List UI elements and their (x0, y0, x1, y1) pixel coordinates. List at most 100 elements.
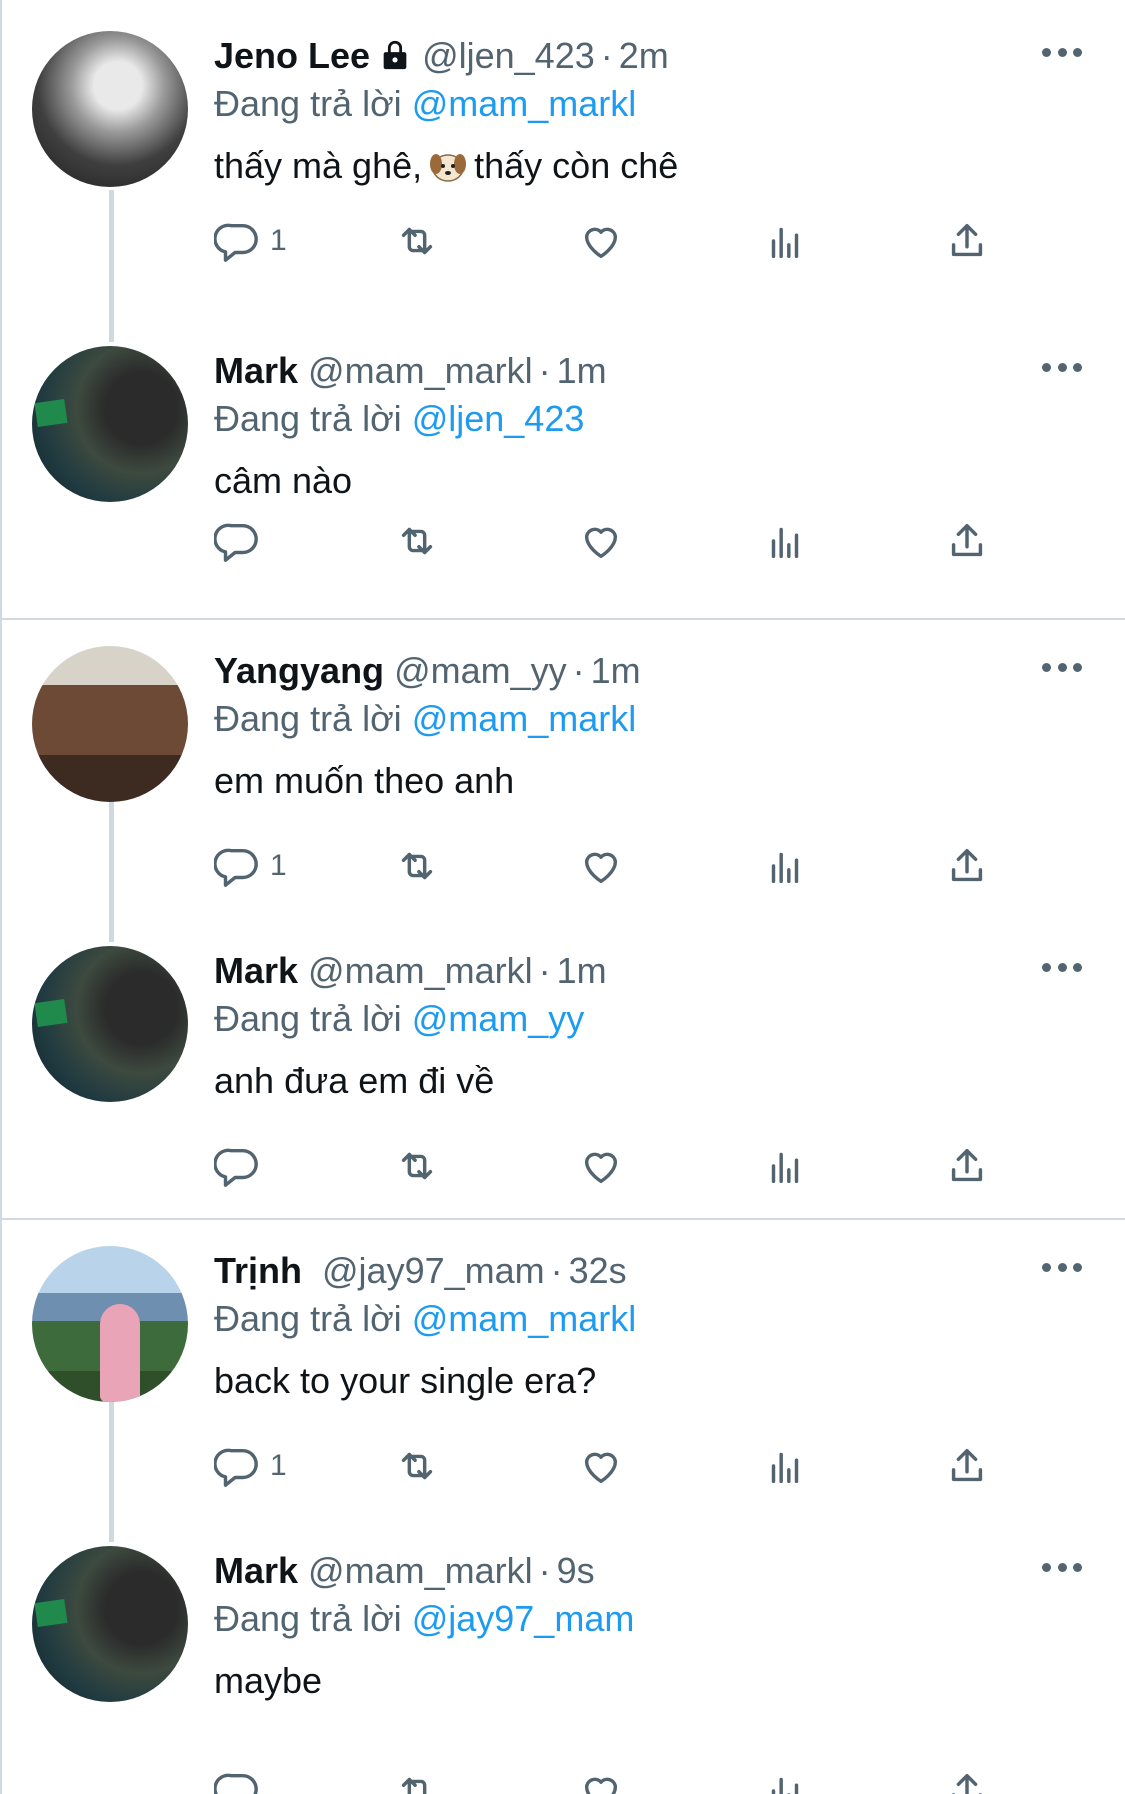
reply-icon (214, 1448, 258, 1487)
mention-link[interactable]: @ljen_423 (412, 398, 585, 439)
timestamp[interactable]: 2m (619, 35, 669, 76)
action-bar: 1 (214, 1440, 1014, 1492)
views-button[interactable] (762, 1440, 808, 1492)
reply-icon (214, 1773, 258, 1794)
tweet-text-part: thấy mà ghê, (214, 145, 423, 186)
mention-link[interactable]: @mam_markl (412, 83, 637, 124)
like-button[interactable] (578, 1765, 624, 1794)
views-button[interactable] (762, 840, 808, 892)
tweet-text: maybe (214, 1660, 323, 1701)
reply-count: 1 (270, 224, 287, 257)
share-button[interactable] (944, 1765, 990, 1794)
more-options-button[interactable] (1042, 663, 1082, 673)
mention-link[interactable]: @jay97_mam (412, 1598, 635, 1639)
views-button[interactable] (762, 1140, 808, 1192)
display-name[interactable]: Mark (214, 950, 298, 991)
share-icon (951, 848, 983, 882)
more-options-button[interactable] (1042, 1263, 1082, 1273)
views-icon (771, 1777, 799, 1794)
reply-icon (214, 223, 258, 262)
timestamp[interactable]: 1m (557, 350, 607, 391)
separator: · (538, 950, 551, 991)
retweet-button[interactable] (394, 515, 440, 567)
handle[interactable]: @ljen_423 (422, 35, 595, 76)
share-button[interactable] (944, 840, 990, 892)
reply-button[interactable] (214, 515, 270, 567)
like-button[interactable] (578, 840, 624, 892)
views-button[interactable] (762, 515, 808, 567)
timestamp[interactable]: 1m (557, 950, 607, 991)
reply-icon (214, 1148, 258, 1187)
tweet[interactable]: Mark @mam_markl · 9s Đang trả lời @jay97_ma… (2, 1515, 1125, 1794)
share-button[interactable] (944, 1140, 990, 1192)
heart-icon (584, 1152, 618, 1184)
display-name[interactable]: Mark (214, 350, 298, 391)
display-name[interactable]: Jeno Lee (214, 35, 370, 76)
handle[interactable]: @mam_markl (308, 350, 533, 391)
more-options-button[interactable] (1042, 1563, 1082, 1573)
retweet-button[interactable] (394, 840, 440, 892)
mention-link[interactable]: @mam_markl (412, 698, 637, 739)
tweet[interactable]: Mark @mam_markl · 1m Đang trả lời @ljen_423… (2, 315, 1125, 615)
like-button[interactable] (578, 1440, 624, 1492)
tweet-header: Mark @mam_markl · 1m (214, 949, 607, 993)
reply-button[interactable] (214, 1140, 270, 1192)
tweet-text: câm nào (214, 460, 353, 501)
retweet-icon (401, 1152, 433, 1180)
retweet-button[interactable] (394, 1440, 440, 1492)
tweet[interactable]: Mark @mam_markl · 1m Đang trả lời @mam_yy a… (2, 915, 1125, 1215)
reply-button[interactable]: 1 (214, 215, 287, 267)
more-options-button[interactable] (1042, 48, 1082, 58)
avatar[interactable] (32, 946, 188, 1102)
separator: · (600, 35, 613, 76)
reply-button[interactable]: 1 (214, 1440, 287, 1492)
retweet-icon (401, 1452, 433, 1480)
avatar[interactable] (32, 1246, 188, 1402)
share-button[interactable] (944, 515, 990, 567)
handle[interactable]: @jay97_mam (322, 1250, 545, 1291)
timestamp[interactable]: 32s (569, 1250, 627, 1291)
tweet[interactable]: Yangyang @mam_yy · 1m Đang trả lời @mam_mar… (2, 615, 1125, 915)
handle[interactable]: @mam_yy (394, 650, 567, 691)
more-options-button[interactable] (1042, 363, 1082, 373)
handle[interactable]: @mam_markl (308, 950, 533, 991)
tweet[interactable]: Trịnh @jay97_mam · 32s Đang trả lời @mam_ma… (2, 1215, 1125, 1515)
avatar[interactable] (32, 646, 188, 802)
display-name[interactable]: Yangyang (214, 650, 384, 691)
more-options-button[interactable] (1042, 963, 1082, 973)
action-bar (214, 1765, 1014, 1794)
share-icon (951, 1148, 983, 1182)
retweet-icon (401, 227, 433, 255)
retweet-button[interactable] (394, 1765, 440, 1794)
views-button[interactable] (762, 215, 808, 267)
lock-icon (383, 40, 407, 70)
replying-to: Đang trả lời @mam_markl (214, 82, 636, 126)
avatar[interactable] (32, 1546, 188, 1702)
avatar[interactable] (32, 346, 188, 502)
retweet-button[interactable] (394, 215, 440, 267)
reply-count: 1 (270, 849, 287, 882)
avatar[interactable] (32, 31, 188, 187)
retweet-icon (401, 852, 433, 880)
like-button[interactable] (578, 1140, 624, 1192)
mention-link[interactable]: @mam_markl (412, 1298, 637, 1339)
reply-button[interactable] (214, 1765, 270, 1794)
like-button[interactable] (578, 515, 624, 567)
tweet-text: back to your single era? (214, 1360, 597, 1401)
views-button[interactable] (762, 1765, 808, 1794)
share-button[interactable] (944, 1440, 990, 1492)
display-name[interactable]: Mark (214, 1550, 298, 1591)
tweet[interactable]: Jeno Lee @ljen_423 · 2m Đang trả lời @mam_m… (2, 0, 1125, 300)
retweet-button[interactable] (394, 1140, 440, 1192)
like-button[interactable] (578, 215, 624, 267)
heart-icon (584, 527, 618, 559)
mention-link[interactable]: @mam_yy (412, 998, 585, 1039)
timestamp[interactable]: 9s (557, 1550, 595, 1591)
share-button[interactable] (944, 215, 990, 267)
timestamp[interactable]: 1m (591, 650, 641, 691)
replying-to: Đang trả lời @mam_markl (214, 1297, 636, 1341)
display-name[interactable]: Trịnh (214, 1250, 302, 1291)
replying-label: Đang trả lời (214, 398, 402, 439)
handle[interactable]: @mam_markl (308, 1550, 533, 1591)
reply-button[interactable]: 1 (214, 840, 287, 892)
